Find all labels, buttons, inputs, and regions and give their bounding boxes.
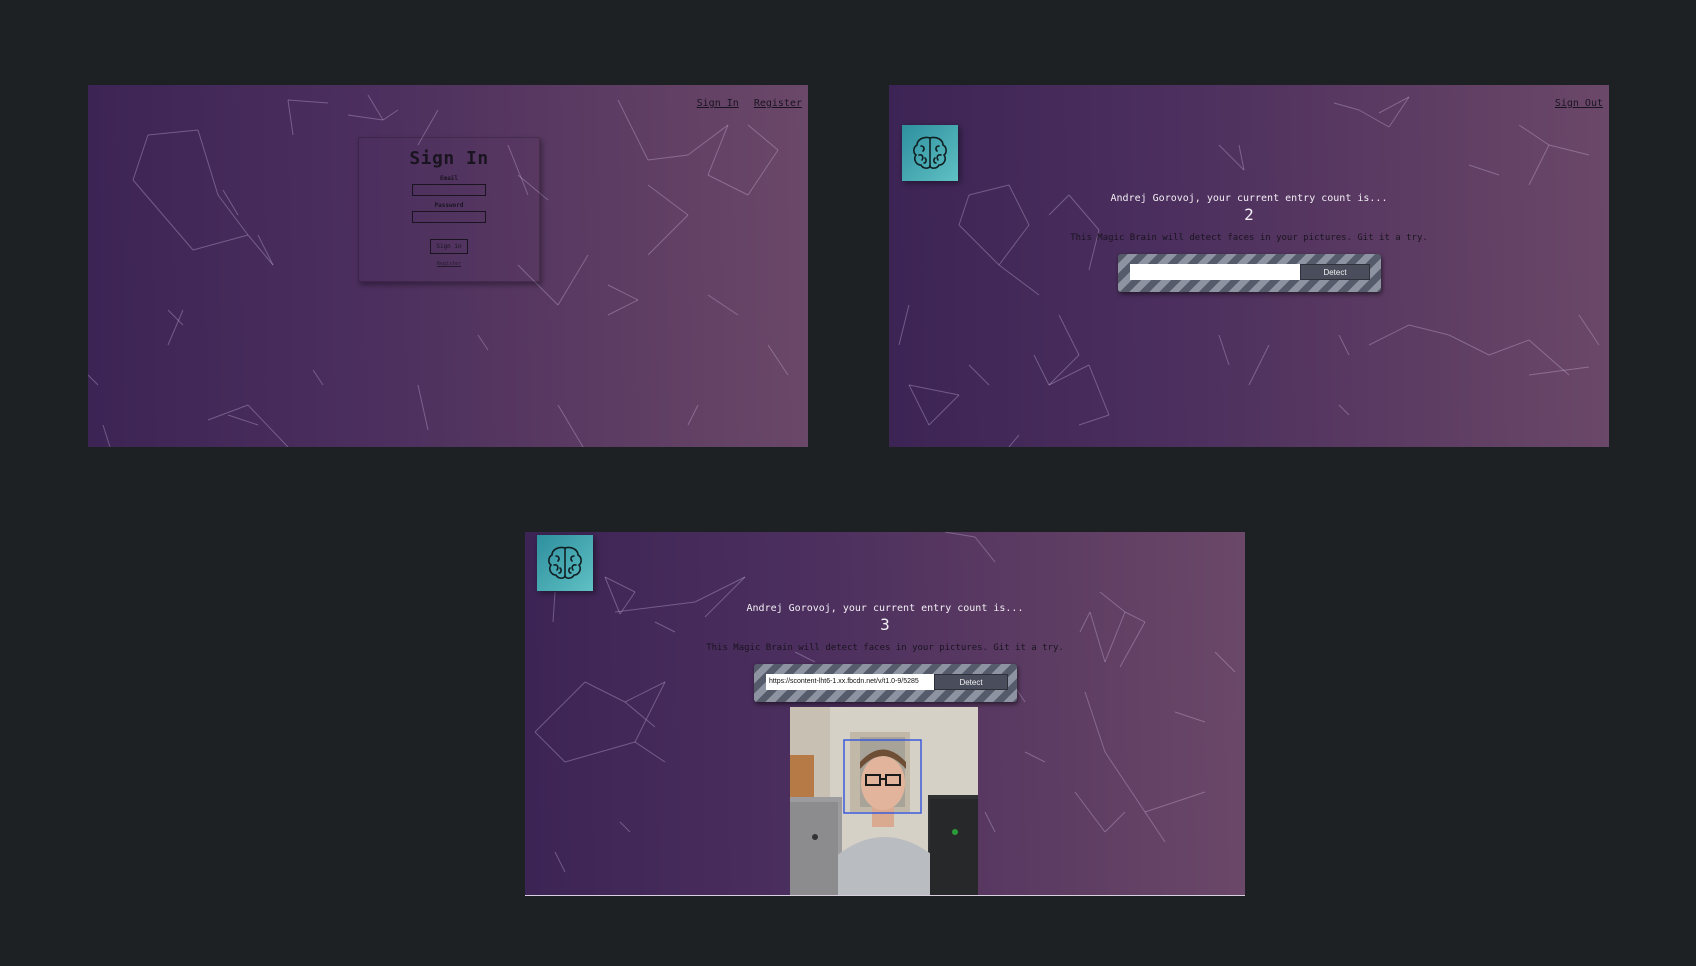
brain-logo bbox=[902, 125, 958, 181]
signin-button[interactable]: Sign in bbox=[430, 239, 468, 254]
password-field[interactable] bbox=[412, 211, 486, 223]
image-url-input[interactable] bbox=[1130, 264, 1300, 280]
home-screen: Sign Out Andrej Gorovoj, your current en… bbox=[889, 85, 1609, 447]
email-label: Email bbox=[439, 175, 459, 182]
person-photo bbox=[790, 707, 978, 895]
entry-greeting: Andrej Gorovoj, your current entry count… bbox=[1110, 193, 1388, 204]
entry-greeting: Andrej Gorovoj, your current entry count… bbox=[746, 603, 1024, 614]
app-description: This Magic Brain will detect faces in yo… bbox=[1070, 233, 1428, 243]
app-description: This Magic Brain will detect faces in yo… bbox=[706, 643, 1064, 653]
image-url-form: Detect bbox=[1118, 254, 1381, 292]
nav-register-link[interactable]: Register bbox=[754, 98, 802, 109]
brain-icon bbox=[548, 546, 582, 579]
brain-logo bbox=[537, 535, 593, 591]
brain-icon bbox=[913, 136, 947, 169]
nav-signin-link[interactable]: Sign In bbox=[697, 98, 739, 109]
signin-title: Sign In bbox=[409, 148, 489, 169]
entry-count: 3 bbox=[880, 615, 890, 634]
detect-button[interactable]: Detect bbox=[934, 674, 1008, 690]
password-label: Password bbox=[434, 202, 464, 209]
image-url-input[interactable]: https://scontent-lht6-1.xx.fbcdn.net/v/t… bbox=[766, 674, 934, 690]
signin-screen: Sign In Register Sign In Email Password … bbox=[88, 85, 808, 447]
top-nav: Sign In Register bbox=[688, 98, 802, 109]
entry-count: 2 bbox=[1244, 205, 1254, 224]
detect-button[interactable]: Detect bbox=[1300, 264, 1370, 280]
face-detection-result-screen: Andrej Gorovoj, your current entry count… bbox=[525, 532, 1245, 896]
image-url-form: https://scontent-lht6-1.xx.fbcdn.net/v/t… bbox=[754, 664, 1017, 702]
signin-form-card: Sign In Email Password Sign in Register bbox=[358, 137, 540, 282]
register-link[interactable]: Register bbox=[359, 261, 539, 267]
email-field[interactable] bbox=[412, 184, 486, 196]
nav-signout-link[interactable]: Sign Out bbox=[1555, 98, 1603, 109]
uploaded-image bbox=[790, 707, 978, 895]
top-nav: Sign Out bbox=[1546, 98, 1603, 109]
